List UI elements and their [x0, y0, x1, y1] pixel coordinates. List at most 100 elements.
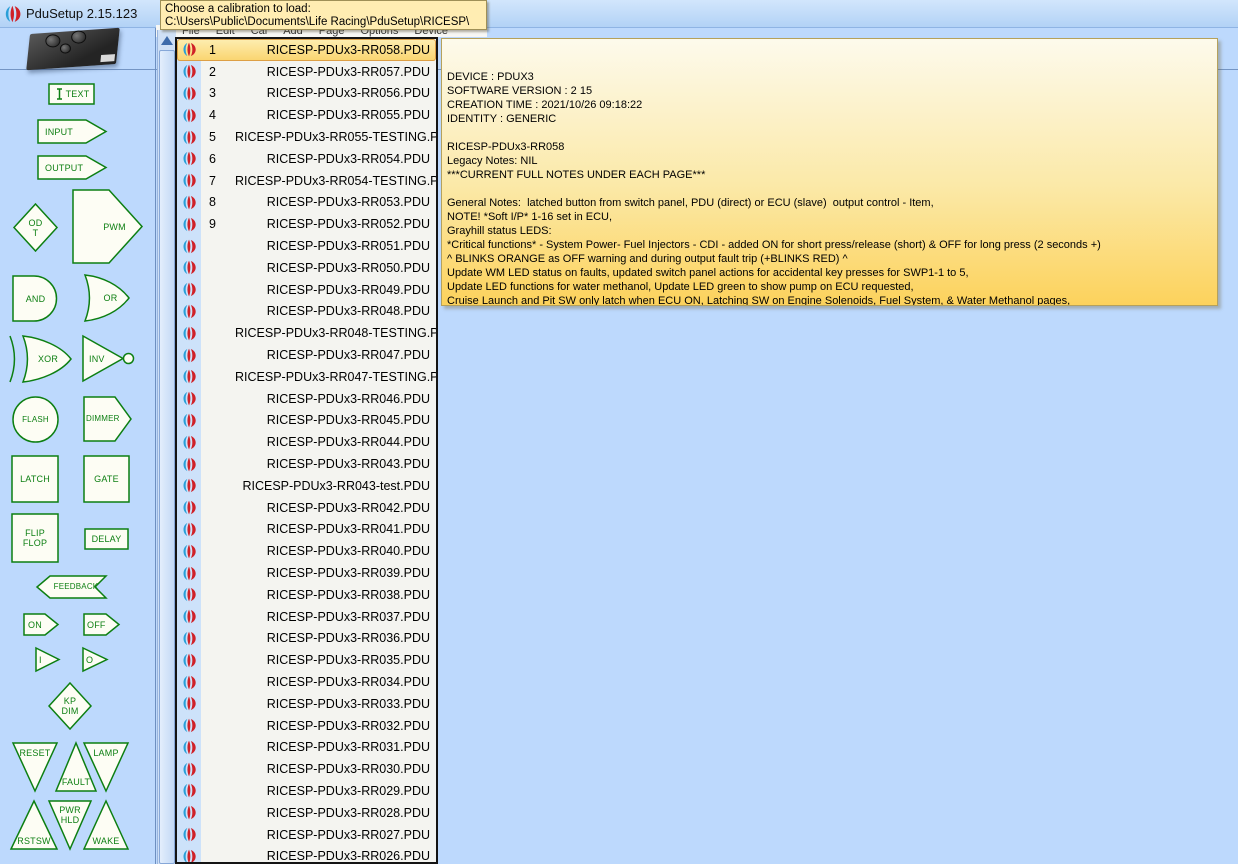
- file-name: RICESP-PDUx3-RR058.PDU: [235, 43, 436, 57]
- list-item[interactable]: RICESP-PDUx3-RR045.PDU: [177, 410, 436, 432]
- list-item[interactable]: 2 RICESP-PDUx3-RR057.PDU: [177, 61, 436, 83]
- list-item[interactable]: RICESP-PDUx3-RR027.PDU: [177, 824, 436, 846]
- tool-off[interactable]: OFF: [83, 613, 120, 636]
- info-tooltip-line: DEVICE : PDUX3: [447, 70, 1212, 84]
- life-racing-logo-icon: [177, 413, 201, 428]
- file-name: RICESP-PDUx3-RR054-TESTING.PDU: [235, 174, 438, 188]
- file-name: RICESP-PDUx3-RR026.PDU: [235, 849, 436, 863]
- list-item[interactable]: RICESP-PDUx3-RR038.PDU: [177, 584, 436, 606]
- tool-i[interactable]: I: [35, 647, 60, 672]
- list-item[interactable]: RICESP-PDUx3-RR031.PDU: [177, 737, 436, 759]
- list-item[interactable]: 4 RICESP-PDUx3-RR055.PDU: [177, 104, 436, 126]
- file-number: 7: [201, 174, 235, 188]
- list-item[interactable]: RICESP-PDUx3-RR037.PDU: [177, 606, 436, 628]
- vertical-scrollbar[interactable]: [157, 30, 176, 864]
- list-item[interactable]: RICESP-PDUx3-RR035.PDU: [177, 649, 436, 671]
- list-item[interactable]: RICESP-PDUx3-RR046.PDU: [177, 388, 436, 410]
- list-item[interactable]: RICESP-PDUx3-RR029.PDU: [177, 780, 436, 802]
- scrollbar-thumb[interactable]: [159, 50, 175, 864]
- tool-and[interactable]: AND: [12, 275, 59, 322]
- tool-kpdim[interactable]: KPDIM: [48, 682, 92, 730]
- tool-flash[interactable]: FLASH: [12, 396, 59, 443]
- info-tooltip-line: SOFTWARE VERSION : 2 15: [447, 84, 1212, 98]
- list-item[interactable]: RICESP-PDUx3-RR050.PDU: [177, 257, 436, 279]
- tool-output[interactable]: OUTPUT: [37, 155, 107, 180]
- list-item[interactable]: RICESP-PDUx3-RR047.PDU: [177, 344, 436, 366]
- life-racing-logo-icon: [177, 217, 201, 232]
- info-tooltip-line: Update WM LED status on faults, updated …: [447, 266, 1212, 280]
- life-racing-logo-icon: [177, 326, 201, 341]
- file-number: 5: [201, 130, 235, 144]
- list-item[interactable]: RICESP-PDUx3-RR039.PDU: [177, 562, 436, 584]
- list-item[interactable]: 8 RICESP-PDUx3-RR053.PDU: [177, 192, 436, 214]
- list-item[interactable]: RICESP-PDUx3-RR042.PDU: [177, 497, 436, 519]
- list-item[interactable]: 9 RICESP-PDUx3-RR052.PDU: [177, 213, 436, 235]
- list-item[interactable]: RICESP-PDUx3-RR041.PDU: [177, 519, 436, 541]
- list-item[interactable]: 6 RICESP-PDUx3-RR054.PDU: [177, 148, 436, 170]
- list-item[interactable]: RICESP-PDUx3-RR048-TESTING.PDU: [177, 322, 436, 344]
- list-item[interactable]: RICESP-PDUx3-RR028.PDU: [177, 802, 436, 824]
- file-name: RICESP-PDUx3-RR039.PDU: [235, 566, 436, 580]
- life-racing-logo-icon: [177, 609, 201, 624]
- list-item[interactable]: RICESP-PDUx3-RR051.PDU: [177, 235, 436, 257]
- life-racing-logo-icon: [177, 544, 201, 559]
- scroll-up-button[interactable]: [158, 32, 176, 48]
- file-name: RICESP-PDUx3-RR055-TESTING.PDU: [235, 130, 438, 144]
- life-racing-logo-icon: [177, 653, 201, 668]
- list-item[interactable]: RICESP-PDUx3-RR043.PDU: [177, 453, 436, 475]
- tool-on[interactable]: ON: [23, 613, 59, 636]
- tool-odt[interactable]: ODT: [13, 203, 58, 252]
- list-item[interactable]: RICESP-PDUx3-RR040.PDU: [177, 540, 436, 562]
- list-item[interactable]: RICESP-PDUx3-RR030.PDU: [177, 758, 436, 780]
- path-tooltip: Choose a calibration to load: C:\Users\P…: [160, 0, 487, 30]
- info-tooltip-line: CREATION TIME : 2021/10/26 09:18:22: [447, 98, 1212, 112]
- tool-wake[interactable]: WAKE: [83, 800, 129, 850]
- tool-delay[interactable]: DELAY: [84, 528, 129, 550]
- info-tooltip-line: [447, 126, 1212, 140]
- list-item[interactable]: RICESP-PDUx3-RR048.PDU: [177, 301, 436, 323]
- list-item[interactable]: RICESP-PDUx3-RR049.PDU: [177, 279, 436, 301]
- list-item[interactable]: 5 RICESP-PDUx3-RR055-TESTING.PDU: [177, 126, 436, 148]
- list-item[interactable]: 3 RICESP-PDUx3-RR056.PDU: [177, 83, 436, 105]
- list-item[interactable]: RICESP-PDUx3-RR033.PDU: [177, 693, 436, 715]
- list-item[interactable]: 7 RICESP-PDUx3-RR054-TESTING.PDU: [177, 170, 436, 192]
- file-name: RICESP-PDUx3-RR050.PDU: [235, 261, 436, 275]
- tool-input-label: INPUT: [45, 127, 73, 137]
- life-racing-logo-icon: [177, 500, 201, 515]
- tool-text[interactable]: TEXT: [48, 83, 95, 105]
- tool-feedback[interactable]: FEEDBACK: [36, 575, 108, 599]
- file-name: RICESP-PDUx3-RR043.PDU: [235, 457, 436, 471]
- life-racing-logo-icon: [177, 348, 201, 363]
- list-item[interactable]: RICESP-PDUx3-RR043-test.PDU: [177, 475, 436, 497]
- tool-o[interactable]: O: [82, 647, 108, 672]
- life-racing-logo-icon: [177, 130, 201, 145]
- list-item[interactable]: RICESP-PDUx3-RR047-TESTING.PDU: [177, 366, 436, 388]
- life-racing-logo-icon: [177, 86, 201, 101]
- life-racing-logo-icon: [177, 718, 201, 733]
- list-item[interactable]: RICESP-PDUx3-RR036.PDU: [177, 628, 436, 650]
- list-item[interactable]: 1 RICESP-PDUx3-RR058.PDU: [177, 39, 436, 61]
- list-item[interactable]: RICESP-PDUx3-RR026.PDU: [177, 845, 436, 864]
- file-name: RICESP-PDUx3-RR030.PDU: [235, 762, 436, 776]
- list-item[interactable]: RICESP-PDUx3-RR032.PDU: [177, 715, 436, 737]
- list-item[interactable]: RICESP-PDUx3-RR044.PDU: [177, 431, 436, 453]
- list-item[interactable]: RICESP-PDUx3-RR034.PDU: [177, 671, 436, 693]
- file-name: RICESP-PDUx3-RR042.PDU: [235, 501, 436, 515]
- file-name: RICESP-PDUx3-RR048-TESTING.PDU: [235, 326, 438, 340]
- tool-gate[interactable]: GATE: [83, 455, 130, 503]
- life-racing-logo-icon: [177, 64, 201, 79]
- file-name: RICESP-PDUx3-RR033.PDU: [235, 697, 436, 711]
- tool-reset[interactable]: RESET: [12, 742, 58, 792]
- tool-flipflop[interactable]: FLIPFLOP: [11, 513, 59, 563]
- tool-dimmer[interactable]: DIMMER: [83, 396, 132, 442]
- scroll-up-arrow-icon: [161, 36, 173, 45]
- life-racing-logo-icon: [177, 173, 201, 188]
- tool-or[interactable]: OR: [83, 274, 130, 322]
- tool-inv[interactable]: INV: [82, 335, 137, 382]
- tool-input[interactable]: INPUT: [37, 119, 107, 144]
- tool-xor[interactable]: XOR: [8, 335, 72, 383]
- tool-latch[interactable]: LATCH: [11, 455, 59, 503]
- tool-pwm[interactable]: PWM: [72, 189, 143, 264]
- tool-lamp[interactable]: LAMP: [83, 742, 129, 792]
- pdusetup-window: { "window": { "title": "PduSetup 2.15.12…: [0, 0, 1238, 864]
